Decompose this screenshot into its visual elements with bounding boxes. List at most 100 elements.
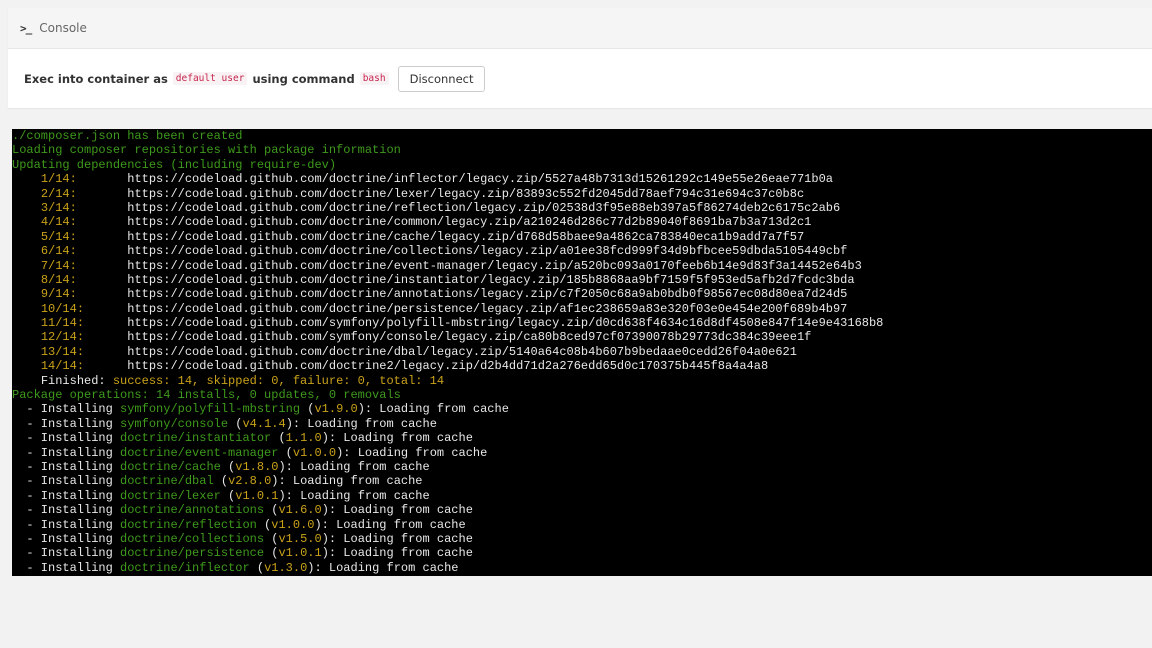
package-name: doctrine/persistence: [120, 546, 265, 561]
install-line: - Installing doctrine/event-manager (v1.…: [12, 446, 1152, 460]
download-line: 6/14: https://codeload.github.com/doctri…: [12, 244, 1152, 258]
package-name: doctrine/event-manager: [120, 445, 279, 460]
terminal-line: Package operations: 14 installs, 0 updat…: [12, 388, 1152, 402]
terminal-text: ): Loading from cache: [336, 445, 488, 460]
terminal-text: (: [264, 503, 279, 518]
download-index: 1/14:: [40, 172, 77, 187]
download-line: 14/14: https://codeload.github.com/doctr…: [12, 359, 1152, 373]
download-url: https://codeload.github.com/doctrine/eve…: [127, 258, 862, 273]
download-line: 9/14: https://codeload.github.com/doctri…: [12, 287, 1152, 301]
disconnect-button[interactable]: Disconnect: [397, 65, 486, 92]
install-line: - Installing doctrine/cache (v1.8.0): Lo…: [12, 460, 1152, 474]
package-name: symfony/polyfill-mbstring: [120, 402, 301, 417]
exec-bar: Exec into container as default user usin…: [8, 49, 1152, 108]
download-index: 14/14:: [40, 359, 85, 374]
download-index: 11/14:: [40, 316, 85, 331]
terminal-text: - Installing: [12, 546, 121, 561]
download-line: 3/14: https://codeload.github.com/doctri…: [12, 201, 1152, 215]
install-line: - Installing symfony/polyfill-mbstring (…: [12, 402, 1152, 416]
terminal-text: (: [264, 531, 279, 546]
install-line: - Installing doctrine/inflector (v1.3.0)…: [12, 561, 1152, 575]
install-line: - Installing doctrine/collections (v1.5.…: [12, 532, 1152, 546]
download-line: 2/14: https://codeload.github.com/doctri…: [12, 187, 1152, 201]
download-index: 13/14:: [40, 344, 85, 359]
package-version: v1.8.0: [235, 459, 279, 474]
terminal-text: - Installing: [12, 488, 121, 503]
download-line: 7/14: https://codeload.github.com/doctri…: [12, 259, 1152, 273]
terminal-text: ): Loading from cache: [271, 474, 423, 489]
terminal-text: - Installing: [12, 531, 121, 546]
terminal-text: - Installing: [12, 445, 121, 460]
download-url: https://codeload.github.com/doctrine2/le…: [127, 359, 769, 374]
download-url: https://codeload.github.com/symfony/poly…: [127, 316, 884, 331]
terminal-text: ): Loading from cache: [307, 560, 459, 575]
exec-user: default user: [172, 72, 248, 85]
console-header: >_ Console: [8, 8, 1152, 49]
terminal-text: - Installing: [12, 503, 121, 518]
download-line: 13/14: https://codeload.github.com/doctr…: [12, 345, 1152, 359]
download-url: https://codeload.github.com/doctrine/col…: [127, 244, 848, 259]
terminal-text: (: [264, 546, 279, 561]
download-line: 8/14: https://codeload.github.com/doctri…: [12, 273, 1152, 287]
terminal-text: ): Loading from cache: [278, 488, 430, 503]
terminal-text: (: [220, 488, 236, 503]
download-index: 10/14:: [40, 301, 85, 316]
exec-command: bash: [359, 72, 389, 85]
finished-stats: success: 14, skipped: 0, failure: 0, tot…: [112, 373, 445, 388]
terminal-text: Updating dependencies (including require…: [12, 157, 337, 172]
package-version: v1.9.0: [314, 402, 358, 417]
terminal-text: ): Loading from cache: [314, 517, 466, 532]
terminal-text: (: [220, 459, 236, 474]
terminal-text: (: [300, 402, 315, 417]
download-index: 9/14:: [40, 287, 77, 302]
install-line: - Installing doctrine/lexer (v1.0.1): Lo…: [12, 489, 1152, 503]
download-index: 6/14:: [40, 244, 77, 259]
download-url: https://codeload.github.com/doctrine/ref…: [127, 200, 841, 215]
download-line: 5/14: https://codeload.github.com/doctri…: [12, 230, 1152, 244]
download-url: https://codeload.github.com/doctrine/dba…: [127, 344, 797, 359]
download-url: https://codeload.github.com/doctrine/per…: [127, 301, 848, 316]
download-index: 3/14:: [40, 200, 77, 215]
package-version: 1.1.0: [285, 431, 322, 446]
package-name: doctrine/cache: [120, 459, 221, 474]
download-url: https://codeload.github.com/doctrine/lex…: [127, 186, 805, 201]
download-line: 12/14: https://codeload.github.com/symfo…: [12, 330, 1152, 344]
install-line: - Installing doctrine/persistence (v1.0.…: [12, 546, 1152, 560]
terminal-text: - Installing: [12, 416, 121, 431]
download-url: https://codeload.github.com/doctrine/ann…: [127, 287, 848, 302]
download-index: 8/14:: [40, 272, 77, 287]
download-url: https://codeload.github.com/doctrine/cac…: [127, 229, 805, 244]
download-url: https://codeload.github.com/doctrine/com…: [127, 215, 812, 230]
package-name: doctrine/instantiator: [120, 431, 272, 446]
package-name: doctrine/lexer: [120, 488, 221, 503]
terminal-text: ): Loading from cache: [321, 546, 473, 561]
terminal-text: (: [278, 445, 293, 460]
install-line: - Installing doctrine/reflection (v1.0.0…: [12, 518, 1152, 532]
terminal-text: Package operations: 14 installs, 0 updat…: [12, 388, 401, 403]
terminal-text: - Installing: [12, 402, 121, 417]
terminal-line: ./composer.json has been created: [12, 129, 1152, 143]
terminal-text: - Installing: [12, 517, 121, 532]
terminal-output[interactable]: ./composer.json has been created Loading …: [12, 129, 1152, 576]
package-name: doctrine/collections: [120, 531, 265, 546]
terminal-text: ./composer.json has been created: [12, 129, 243, 143]
